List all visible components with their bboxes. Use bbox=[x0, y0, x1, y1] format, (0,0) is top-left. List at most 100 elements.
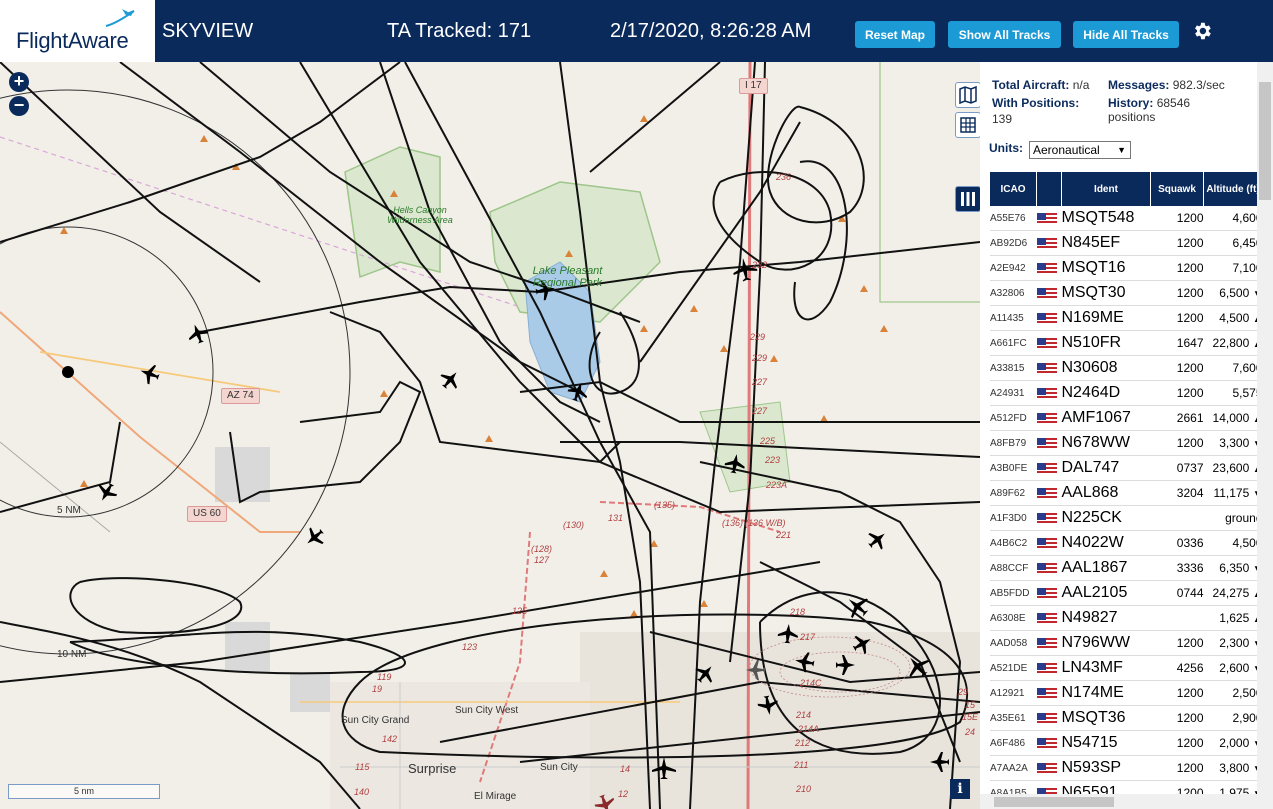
hide-all-tracks-button[interactable]: Hide All Tracks bbox=[1073, 21, 1179, 48]
squawk-cell: 0737 bbox=[1150, 455, 1204, 481]
ident-cell: N54715 bbox=[1061, 730, 1151, 756]
flag-cell bbox=[1036, 530, 1062, 556]
icao-cell: A8FB79 bbox=[990, 430, 1037, 456]
flag-cell bbox=[1036, 655, 1062, 681]
route-number: (130) bbox=[563, 520, 585, 530]
table-row[interactable]: AB5FDD AAL2105074424,275 ▲ bbox=[990, 580, 1263, 606]
route-number: 29 bbox=[958, 687, 969, 697]
altitude-cell: 2,900 bbox=[1203, 705, 1263, 731]
info-button[interactable]: i bbox=[950, 779, 970, 799]
route-number: 232 bbox=[752, 260, 768, 270]
col-squawk[interactable]: Squawk bbox=[1150, 172, 1204, 206]
col-flag[interactable] bbox=[1036, 172, 1062, 206]
panel-horizontal-scrollbar[interactable] bbox=[980, 794, 1257, 809]
table-header-row: ICAO Ident Squawk Altitude (ft) bbox=[990, 172, 1263, 206]
columns-icon[interactable] bbox=[955, 186, 980, 212]
units-select[interactable]: Aeronautical ▼ bbox=[1029, 141, 1131, 159]
flightaware-logo[interactable]: FlightAware bbox=[0, 0, 155, 62]
route-number: 221 bbox=[776, 530, 792, 540]
brand-name: FlightAware bbox=[16, 28, 129, 53]
route-number: 227 bbox=[752, 406, 768, 416]
squawk-cell: 1200 bbox=[1150, 680, 1204, 706]
table-row[interactable]: A24931 N2464D 1200 5,575 bbox=[990, 380, 1263, 406]
table-row[interactable]: A12921 N174ME 1200 2,500 bbox=[990, 680, 1263, 706]
col-ident[interactable]: Ident bbox=[1061, 172, 1151, 206]
altitude-cell: 4,500 bbox=[1203, 530, 1263, 556]
us-flag-icon bbox=[1036, 712, 1057, 725]
flag-cell bbox=[1036, 405, 1062, 431]
grid-icon[interactable] bbox=[955, 112, 980, 138]
ident-cell: N2464D bbox=[1061, 380, 1151, 406]
route-number: 127 bbox=[534, 555, 550, 565]
zoom-out-button[interactable]: − bbox=[9, 96, 29, 116]
ident-cell: MSQT36 bbox=[1061, 705, 1151, 731]
table-row[interactable]: A32806 MSQT3012006,500 ▼ bbox=[990, 280, 1263, 306]
us-flag-icon bbox=[1036, 337, 1057, 350]
table-row[interactable]: A8FB79 N678WW12003,300 ▼ bbox=[990, 430, 1263, 456]
ident-cell: N174ME bbox=[1061, 680, 1151, 706]
squawk-cell: 0744 bbox=[1150, 580, 1204, 606]
altitude-value: 6,350 bbox=[1219, 561, 1250, 575]
flag-cell bbox=[1036, 455, 1062, 481]
show-all-tracks-button[interactable]: Show All Tracks bbox=[948, 21, 1061, 48]
table-row[interactable]: A55E76 MSQT548 1200 4,600 bbox=[990, 206, 1263, 231]
us-flag-icon bbox=[1036, 612, 1057, 625]
icao-cell: A12921 bbox=[990, 680, 1037, 706]
table-row[interactable]: A661FC N510FR164722,800 ▲ bbox=[990, 330, 1263, 356]
table-row[interactable]: A2E942 MSQT16 1200 7,100 bbox=[990, 255, 1263, 281]
map-canvas[interactable] bbox=[0, 62, 980, 809]
table-row[interactable]: A1F3D0 N225CK ground bbox=[990, 505, 1263, 531]
altitude-value: 2,000 bbox=[1219, 736, 1250, 750]
table-row[interactable]: A88CCF AAL186733366,350 ▼ bbox=[990, 555, 1263, 581]
ident-cell: N796WW bbox=[1061, 630, 1151, 656]
map-scale-bar: 5 nm bbox=[8, 784, 160, 799]
us-flag-icon bbox=[1036, 762, 1057, 775]
altitude-cell: 2,600 ▼ bbox=[1203, 655, 1263, 681]
route-number: 225 bbox=[760, 436, 776, 446]
table-row[interactable]: AB92D6 N845EF 1200 6,450 bbox=[990, 230, 1263, 256]
table-row[interactable]: A3B0FE DAL747073723,600 ▲ bbox=[990, 455, 1263, 481]
route-number: 140 bbox=[354, 787, 370, 797]
squawk-cell: 1200 bbox=[1150, 280, 1204, 306]
route-number: 142 bbox=[382, 734, 398, 744]
total-aircraft-stat: Total Aircraft: n/a bbox=[992, 78, 1090, 92]
zoom-in-button[interactable]: + bbox=[9, 72, 29, 92]
reset-map-button[interactable]: Reset Map bbox=[855, 21, 935, 48]
ident-cell: N169ME bbox=[1061, 305, 1151, 331]
ident-cell: MSQT548 bbox=[1061, 206, 1151, 231]
table-row[interactable]: A11435 N169ME12004,500 ▲ bbox=[990, 305, 1263, 331]
table-row[interactable]: A6308E N49827 1,625 ▲ bbox=[990, 605, 1263, 631]
label-lake-pleasant: Lake Pleasant Regional Park bbox=[532, 265, 603, 289]
table-row[interactable]: A33815 N30608 1200 7,600 bbox=[990, 355, 1263, 381]
route-number: 210 bbox=[796, 784, 812, 794]
panel-scrollbar[interactable] bbox=[1257, 62, 1273, 809]
table-row[interactable]: A6F486 N5471512002,000 ▼ bbox=[990, 730, 1263, 756]
units-label: Units: bbox=[989, 141, 1023, 155]
icao-cell: A88CCF bbox=[990, 555, 1037, 581]
table-row[interactable]: A89F62 AAL868320411,175 ▼ bbox=[990, 480, 1263, 506]
map-layer-icon[interactable] bbox=[955, 82, 980, 108]
us-flag-icon bbox=[1036, 587, 1057, 600]
us-flag-icon bbox=[1036, 462, 1057, 475]
table-row[interactable]: A512FD AMF1067266114,000 ▲ bbox=[990, 405, 1263, 431]
positions-stat-label: With Positions: bbox=[992, 96, 1080, 110]
squawk-cell: 1200 bbox=[1150, 755, 1204, 781]
scrollbar-thumb[interactable] bbox=[1259, 82, 1271, 200]
us-flag-icon bbox=[1036, 262, 1057, 275]
gear-icon[interactable] bbox=[1191, 20, 1213, 42]
table-row[interactable]: A35E61 MSQT36 1200 2,900 bbox=[990, 705, 1263, 731]
map-view[interactable]: + − AZ 74 US 60 I 17 Hells Canyon Wilder… bbox=[0, 62, 980, 809]
horizontal-scrollbar-thumb[interactable] bbox=[994, 797, 1114, 807]
road-label-us60: US 60 bbox=[187, 506, 227, 522]
col-icao[interactable]: ICAO bbox=[990, 172, 1037, 206]
table-row[interactable]: AAD058 N796WW12002,300 ▼ bbox=[990, 630, 1263, 656]
icao-cell: A3B0FE bbox=[990, 455, 1037, 481]
col-altitude[interactable]: Altitude (ft) bbox=[1203, 172, 1263, 206]
table-row[interactable]: A4B6C2 N4022W 0336 4,500 bbox=[990, 530, 1263, 556]
ident-cell: AAL2105 bbox=[1061, 580, 1151, 606]
squawk-cell bbox=[1150, 605, 1204, 631]
table-row[interactable]: A521DE LN43MF42562,600 ▼ bbox=[990, 655, 1263, 681]
ident-cell: AAL868 bbox=[1061, 480, 1151, 506]
flag-cell bbox=[1036, 505, 1062, 531]
table-row[interactable]: A7AA2A N593SP12003,800 ▼ bbox=[990, 755, 1263, 781]
